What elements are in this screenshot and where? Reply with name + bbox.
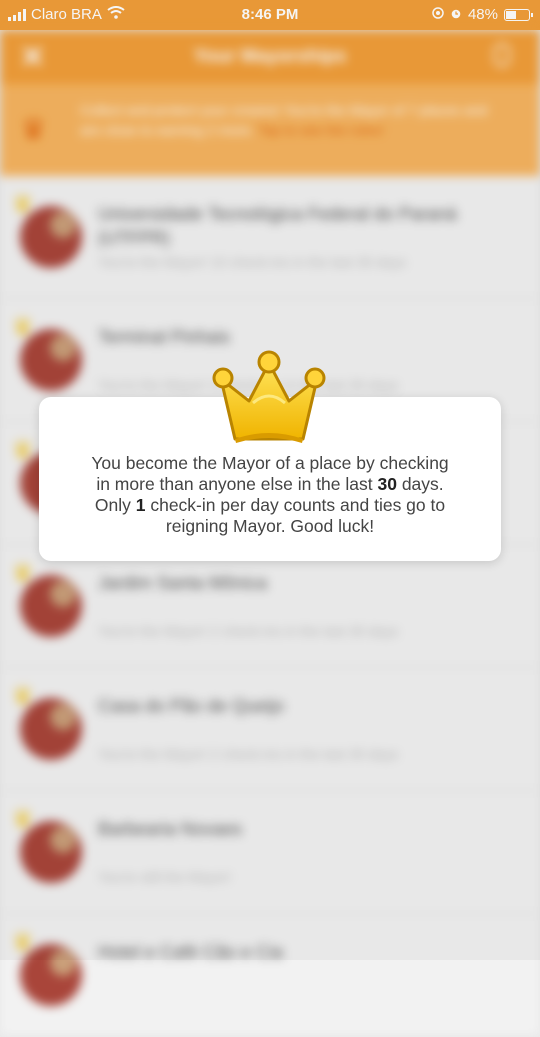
modal-line-3-start: Only — [94, 495, 136, 515]
modal-line-2-start: in more than anyone else in the last — [96, 474, 378, 494]
modal-line-4: reigning Mayor. Good luck! — [165, 516, 375, 536]
modal-line-2-end: days. — [396, 474, 444, 494]
modal-line-1: You become the Mayor of a place by check… — [91, 453, 449, 473]
modal-days-count: 30 — [377, 474, 397, 494]
modal-message: You become the Mayor of a place by check… — [57, 453, 483, 537]
modal-line-3-end: check-in per day counts and ties go to — [145, 495, 446, 515]
crown-icon — [212, 350, 326, 443]
